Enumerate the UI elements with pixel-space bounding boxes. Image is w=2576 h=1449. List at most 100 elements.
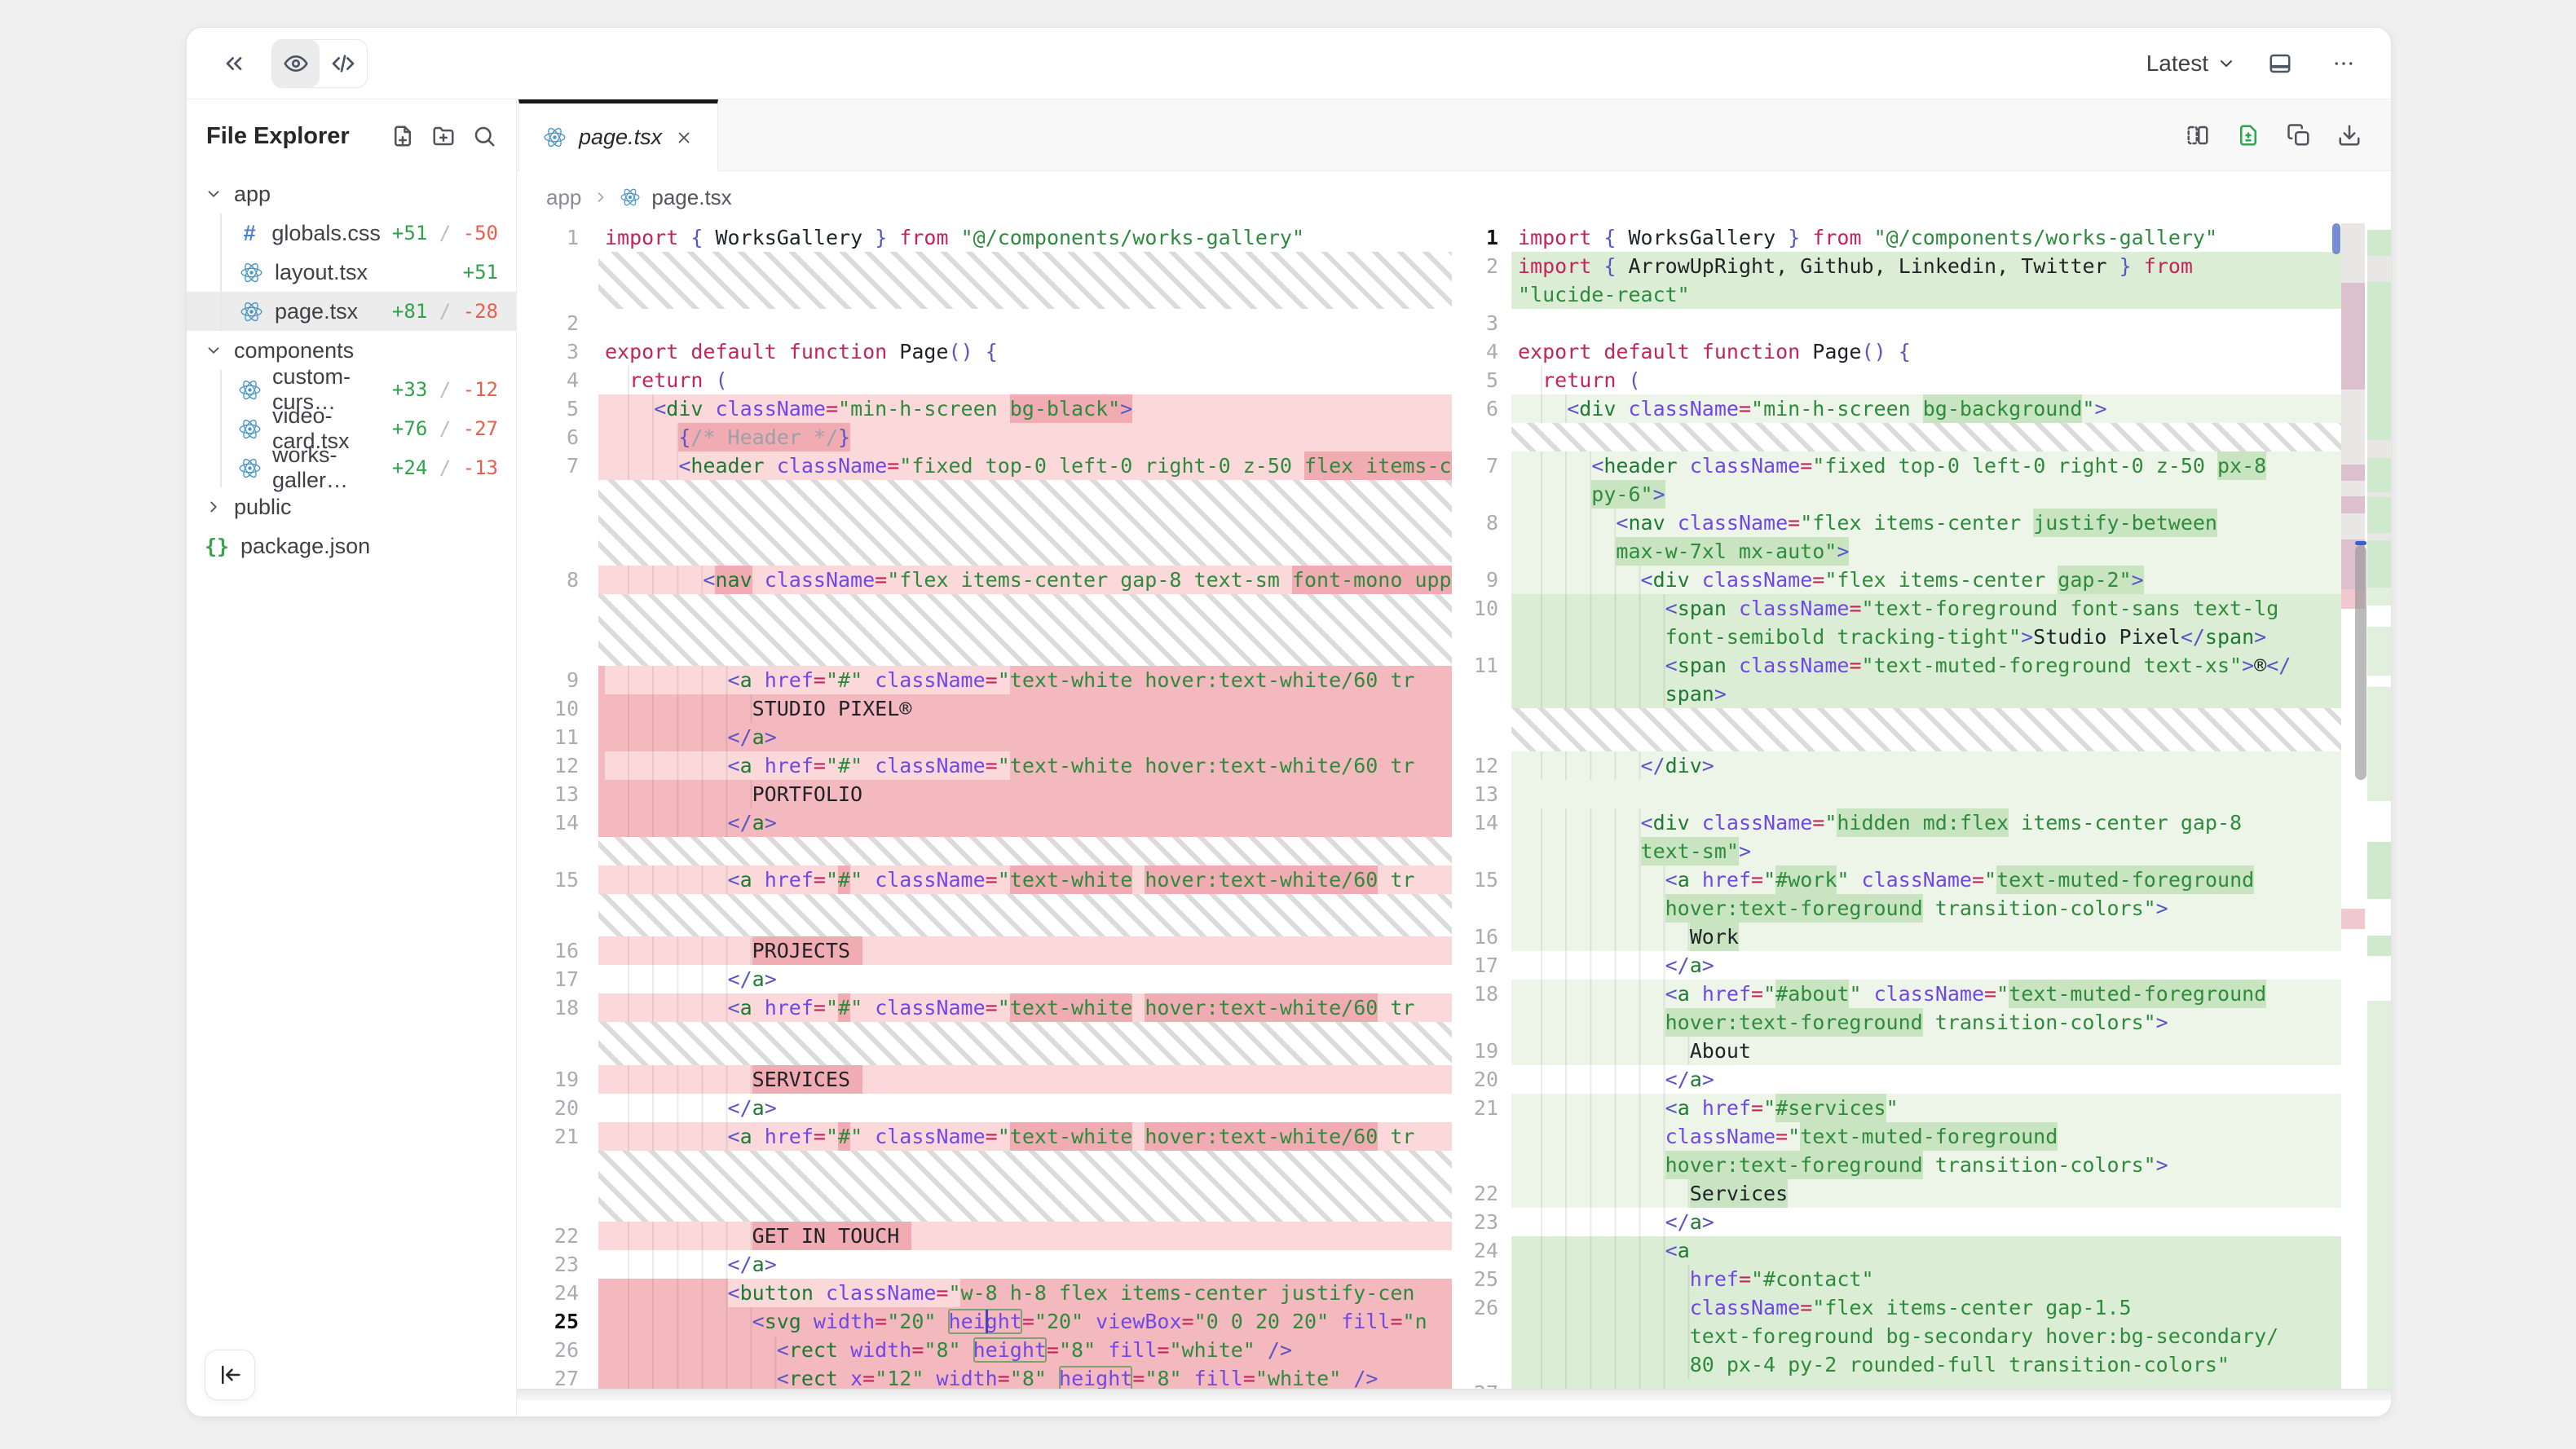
code-line[interactable]: <a href="#services" [1511, 1094, 2342, 1122]
code-line[interactable]: <header className="fixed top-0 left-0 ri… [1511, 451, 2342, 480]
code-line[interactable]: <a href="#" className="text-white hover:… [598, 751, 1452, 780]
breadcrumb-folder[interactable]: app [546, 185, 581, 210]
code-line[interactable]: <nav className="flex items-center gap-8 … [598, 566, 1452, 594]
code-line[interactable]: </a> [1511, 1065, 2342, 1094]
tab-page-tsx[interactable]: page.tsx [518, 99, 718, 171]
code-line[interactable]: hover:text-foreground transition-colors"… [1511, 1008, 2342, 1037]
code-line[interactable]: export default function Page() { [1511, 337, 2342, 366]
code-line[interactable]: <a href="#" className="text-white hover:… [598, 993, 1452, 1022]
code-line[interactable]: </a> [598, 965, 1452, 993]
code-line[interactable]: Services [1511, 1179, 2342, 1208]
code-line[interactable]: SERVICES [598, 1065, 1452, 1094]
code-line[interactable]: </a> [598, 808, 1452, 837]
search-icon[interactable] [472, 124, 496, 148]
scrollbar-thumb-right[interactable] [2332, 223, 2340, 254]
code-line[interactable]: className="text-muted-foreground [1511, 1122, 2342, 1151]
code-row: 15 <a href="#work" className="text-muted… [1452, 865, 2342, 894]
code-line[interactable]: PORTFOLIO [598, 780, 1452, 808]
diff-minimap[interactable] [2341, 223, 2391, 1389]
minimap-old-column[interactable] [2341, 223, 2365, 1389]
code-line[interactable]: </a> [1511, 951, 2342, 980]
code-line[interactable]: href="#contact" [1511, 1265, 2342, 1293]
code-line[interactable]: About [1511, 1037, 2342, 1065]
code-line[interactable]: <a [1511, 1236, 2342, 1265]
code-line[interactable]: </a> [1511, 1208, 2342, 1236]
horizontal-scrollbar[interactable] [517, 1389, 2391, 1400]
code-line[interactable]: GET IN TOUCH [598, 1222, 1452, 1250]
code-line[interactable]: py-6"> [1511, 480, 2342, 509]
copy-icon[interactable] [2287, 123, 2311, 148]
new-file-icon[interactable] [390, 124, 415, 148]
collapse-explorer-button[interactable] [205, 1350, 255, 1400]
preview-eye-icon[interactable] [272, 40, 320, 87]
code-line[interactable]: <div className="min-h-screen bg-black"> [598, 394, 1452, 423]
code-line[interactable]: STUDIO PIXEL® [598, 694, 1452, 723]
code-line[interactable]: <a href="#work" className="text-muted-fo… [1511, 865, 2342, 894]
sidebar-item-layouttsx[interactable]: layout.tsx+51 [187, 253, 516, 292]
collapse-panel-icon[interactable] [214, 44, 254, 83]
code-view-icon[interactable] [320, 40, 367, 87]
code-line[interactable]: > [1511, 1379, 2342, 1390]
code-line[interactable]: import { WorksGallery } from "@/componen… [598, 223, 1452, 252]
code-line[interactable]: </div> [1511, 751, 2342, 780]
new-folder-icon[interactable] [431, 124, 456, 148]
code-line[interactable]: className="flex items-center gap-1.5 [1511, 1293, 2342, 1322]
code-line[interactable]: import { ArrowUpRight, Github, Linkedin,… [1511, 252, 2342, 280]
code-line[interactable]: <a href="#about" className="text-muted-f… [1511, 980, 2342, 1008]
code-line[interactable]: <a href="#" className="text-white hover:… [598, 865, 1452, 894]
code-line[interactable]: <nav className="flex items-center justif… [1511, 509, 2342, 537]
sidebar-item-app[interactable]: app [187, 174, 516, 214]
ellipsis-icon[interactable] [2324, 44, 2363, 83]
code-line[interactable]: import { WorksGallery } from "@/componen… [1511, 223, 2342, 252]
code-line[interactable]: return ( [598, 366, 1452, 394]
code-line[interactable]: hover:text-foreground transition-colors"… [1511, 1151, 2342, 1179]
code-line[interactable] [1511, 309, 2342, 337]
code-line[interactable]: <svg width="20" height="20" viewBox="0 0… [598, 1307, 1452, 1336]
code-row: 26 <rect width="8" height="8" fill="whit… [517, 1336, 1452, 1364]
code-line[interactable]: export default function Page() { [598, 337, 1452, 366]
close-icon[interactable] [675, 129, 693, 147]
file-diff-icon[interactable] [2236, 123, 2261, 148]
code-line[interactable]: </a> [598, 1094, 1452, 1122]
scrollbar-thumb-left[interactable] [2355, 545, 2366, 780]
line-number [517, 1151, 598, 1222]
code-line[interactable]: max-w-7xl mx-auto"> [1511, 537, 2342, 566]
code-line[interactable]: <a href="#" className="text-white hover:… [598, 666, 1452, 694]
code-line[interactable]: <div className="min-h-screen bg-backgrou… [1511, 394, 2342, 423]
sidebar-item-works-galler[interactable]: works-galler…+24 / -13 [187, 448, 516, 487]
panel-bottom-icon[interactable] [2261, 44, 2300, 83]
code-line[interactable]: text-sm"> [1511, 837, 2342, 865]
code-line[interactable]: text-foreground bg-secondary hover:bg-se… [1511, 1322, 2342, 1350]
code-line[interactable]: <button className="w-8 h-8 flex items-ce… [598, 1279, 1452, 1307]
code-line[interactable]: {/* Header */} [598, 423, 1452, 451]
code-line[interactable]: hover:text-foreground transition-colors"… [1511, 894, 2342, 923]
code-line[interactable]: <span className="text-muted-foreground t… [1511, 651, 2342, 680]
code-line[interactable]: </a> [598, 723, 1452, 751]
download-icon[interactable] [2337, 123, 2362, 148]
sidebar-item-pagetsx[interactable]: page.tsx+81 / -28 [187, 292, 516, 331]
code-line[interactable]: return ( [1511, 366, 2342, 394]
code-line[interactable]: <span className="text-foreground font-sa… [1511, 594, 2342, 623]
code-line[interactable]: <div className="hidden md:flex items-cen… [1511, 808, 2342, 837]
sidebar-item-public[interactable]: public [187, 487, 516, 526]
code-line[interactable]: "lucide-react" [1511, 280, 2342, 309]
code-line[interactable]: <rect width="8" height="8" fill="white" … [598, 1336, 1452, 1364]
code-line[interactable]: Work [1511, 923, 2342, 951]
minimap-new-column[interactable] [2367, 223, 2391, 1389]
code-line[interactable]: <div className="flex items-center gap-2"… [1511, 566, 2342, 594]
sidebar-item-globalscss[interactable]: #globals.css+51 / -50 [187, 214, 516, 253]
code-line[interactable]: PROJECTS [598, 936, 1452, 965]
code-line[interactable]: <rect x="12" width="8" height="8" fill="… [598, 1364, 1452, 1389]
code-line[interactable] [598, 309, 1452, 337]
split-view-icon[interactable] [2186, 123, 2210, 148]
sidebar-item-packagejson[interactable]: {}package.json [187, 526, 516, 566]
code-line[interactable]: </a> [598, 1250, 1452, 1279]
breadcrumb-file[interactable]: page.tsx [651, 185, 731, 210]
code-line[interactable]: <header className="fixed top-0 left-0 ri… [598, 451, 1452, 480]
version-dropdown[interactable]: Latest [2146, 51, 2236, 77]
code-line[interactable] [1511, 780, 2342, 808]
code-line[interactable]: <a href="#" className="text-white hover:… [598, 1122, 1452, 1151]
code-line[interactable]: span> [1511, 680, 2342, 708]
code-line[interactable]: font-semibold tracking-tight">Studio Pix… [1511, 623, 2342, 651]
code-line[interactable]: 80 px-4 py-2 rounded-full transition-col… [1511, 1350, 2342, 1379]
